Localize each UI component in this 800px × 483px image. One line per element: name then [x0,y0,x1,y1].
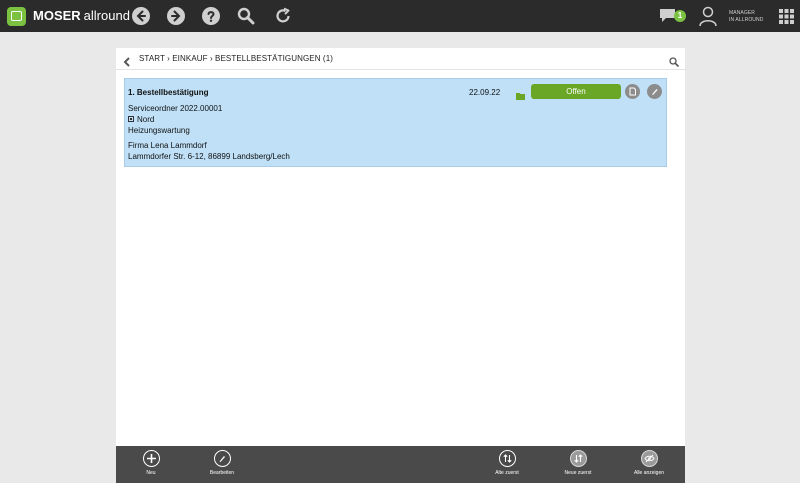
record-title: 1. Bestellbestätigung [128,88,209,97]
region-icon [128,116,134,122]
show-all-button[interactable]: Alle anzeigen [625,450,673,476]
folder-icon[interactable] [516,87,525,100]
apps-grid-icon[interactable] [779,9,794,24]
edit-pencil-icon[interactable] [647,84,662,99]
eye-off-icon [640,450,658,467]
record-service: Heizungswartung [128,126,190,135]
help-icon[interactable] [202,7,220,25]
status-button[interactable]: Offen [531,84,621,99]
forward-arrow-icon[interactable] [167,7,185,25]
record-company: Firma Lena Lammdorf [128,141,207,150]
brand-name: MOSER allround [33,8,130,23]
user-avatar-icon[interactable] [698,6,718,27]
new-button[interactable]: Neu [127,450,175,476]
user-role-label[interactable]: MANAGER IN ALLROUND [729,10,763,24]
back-arrow-icon[interactable] [132,7,150,25]
breadcrumb: START › EINKAUF › BESTELLBESTÄTIGUNGEN (… [116,48,685,70]
record-date: 22.09.22 [469,88,501,97]
record-order: Serviceordner 2022.00001 [128,104,223,113]
sort-newest-first-button[interactable]: Neue zuerst [554,450,602,476]
pencil-icon [213,450,231,467]
record-region: Nord [128,115,154,124]
plus-icon [142,450,160,467]
breadcrumb-back-icon[interactable] [123,54,131,67]
sort-oldest-first-button[interactable]: Alte zuerst [483,450,531,476]
chat-badge: 1 [674,10,686,22]
sort-ascending-icon [498,450,516,467]
document-icon[interactable] [625,84,640,99]
top-bar: MOSER allround 1 MANAGER IN ALLROUND [0,0,800,32]
record-address: Lammdorfer Str. 6-12, 86899 Landsberg/Le… [128,152,290,161]
sort-descending-icon [569,450,587,467]
content-panel: START › EINKAUF › BESTELLBESTÄTIGUNGEN (… [116,48,685,446]
search-icon[interactable] [237,7,255,25]
moser-logo-icon [7,7,26,26]
breadcrumb-search-icon[interactable] [669,54,679,67]
refresh-icon[interactable] [274,7,292,25]
record-card[interactable]: 1. Bestellbestätigung 22.09.22 Offen Ser… [124,78,667,167]
bottom-toolbar: Neu Bearbeiten Alte zuerst Neue zuerst A… [116,446,685,483]
edit-button[interactable]: Bearbeiten [198,450,246,476]
breadcrumb-path[interactable]: START › EINKAUF › BESTELLBESTÄTIGUNGEN (… [139,54,333,63]
